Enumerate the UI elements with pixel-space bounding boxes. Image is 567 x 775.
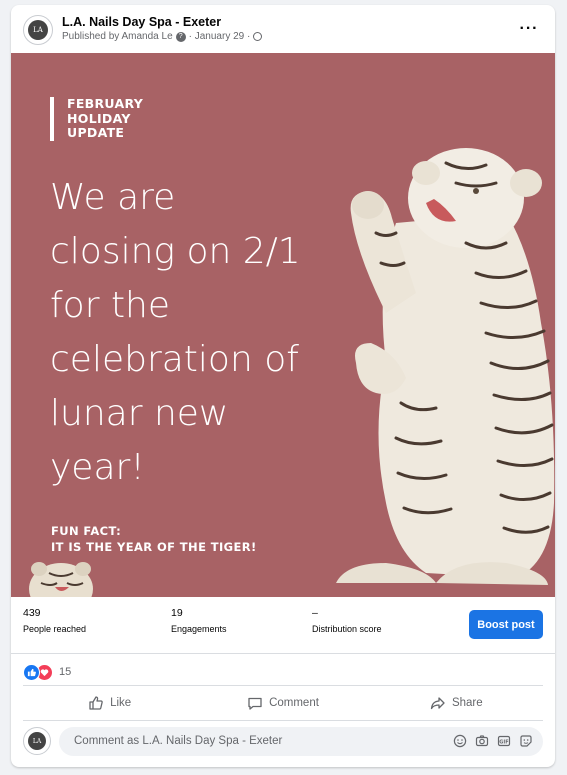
gif-icon[interactable]: GIF (497, 734, 511, 748)
stat-engagements[interactable]: 19 Engagements (171, 607, 227, 634)
comment-icon (248, 697, 262, 710)
post-actions: Like Comment Share (23, 685, 543, 721)
page-name[interactable]: L.A. Nails Day Spa - Exeter (62, 15, 221, 29)
tiger-illustration (336, 148, 555, 585)
like-reaction-icon (23, 663, 40, 681)
post-header: LA L.A. Nails Day Spa - Exeter Published… (11, 5, 555, 53)
post-card: LA L.A. Nails Day Spa - Exeter Published… (11, 5, 555, 767)
page-avatar[interactable]: LA (23, 15, 53, 45)
image-title-text: FEBRUARY HOLIDAY UPDATE (67, 96, 144, 140)
like-button[interactable]: Like (23, 686, 196, 720)
share-label: Share (451, 697, 483, 709)
comment-button[interactable]: Comment (196, 686, 369, 720)
distribution-value: – (312, 607, 318, 619)
page-logo: LA (28, 20, 48, 40)
stat-distribution-score[interactable]: – Distribution score (312, 607, 382, 634)
reaction-summary[interactable]: 15 (23, 661, 71, 683)
small-tiger-illustration (29, 562, 93, 597)
insights-bar: 439 People reached 19 Engagements – Dist… (11, 597, 555, 654)
more-options-button[interactable]: ··· (517, 17, 541, 41)
thumbs-up-icon (89, 696, 103, 710)
engagements-value: 19 (171, 607, 183, 619)
emoji-icon[interactable] (453, 734, 467, 748)
published-by: Published by Amanda Le (62, 31, 173, 42)
like-label: Like (110, 697, 132, 709)
share-button[interactable]: Share (370, 686, 543, 720)
people-reached-value: 439 (23, 607, 41, 619)
title-accent-bar (50, 97, 54, 141)
reaction-count: 15 (59, 666, 72, 678)
comment-composer: LA Comment as L.A. Nails Day Spa - Exete… (23, 727, 543, 757)
post-meta: Published by Amanda Le ? · January 29 · (62, 31, 263, 42)
stat-people-reached[interactable]: 439 People reached (23, 607, 86, 634)
people-reached-label: People reached (23, 624, 87, 634)
share-icon (430, 697, 445, 710)
camera-icon[interactable] (475, 734, 489, 748)
distribution-label: Distribution score (312, 624, 382, 634)
commenter-avatar[interactable]: LA (23, 727, 51, 755)
globe-icon (253, 32, 263, 41)
commenter-logo: LA (28, 732, 46, 750)
comment-placeholder: Comment as L.A. Nails Day Spa - Exeter (74, 735, 283, 747)
comment-label: Comment (269, 697, 319, 709)
post-date[interactable]: · January 29 · (189, 31, 251, 42)
engagements-label: Engagements (171, 624, 227, 634)
comment-input[interactable]: Comment as L.A. Nails Day Spa - Exeter G… (59, 727, 543, 756)
comment-tools: GIF (453, 734, 533, 748)
info-icon[interactable]: ? (175, 31, 186, 42)
svg-text:GIF: GIF (499, 739, 508, 745)
boost-post-button[interactable]: Boost post (469, 610, 543, 639)
image-title: FEBRUARY HOLIDAY UPDATE (67, 96, 207, 141)
post-image[interactable]: FEBRUARY HOLIDAY UPDATE We are closing o… (11, 53, 555, 597)
sticker-icon[interactable] (519, 734, 533, 748)
